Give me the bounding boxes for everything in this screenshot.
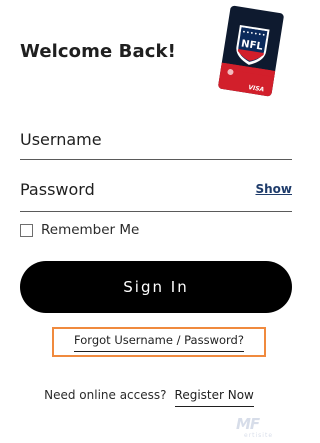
watermark-subtext: ertisite bbox=[244, 432, 274, 439]
remember-me-checkbox[interactable] bbox=[20, 223, 33, 237]
password-label: Password bbox=[20, 180, 95, 199]
show-password-link[interactable]: Show bbox=[255, 182, 292, 196]
forgot-credentials-link[interactable]: Forgot Username / Password? bbox=[74, 333, 244, 352]
nfl-credit-card-image: NFL VISA bbox=[218, 5, 284, 97]
page-title: Welcome Back! bbox=[20, 41, 176, 62]
username-label: Username bbox=[20, 130, 102, 149]
remember-me-label: Remember Me bbox=[41, 222, 140, 238]
sign-in-button[interactable]: Sign In bbox=[20, 261, 292, 313]
username-field[interactable]: Username bbox=[20, 128, 292, 160]
register-now-link[interactable]: Register Now bbox=[174, 388, 254, 407]
need-access-text: Need online access? bbox=[44, 388, 167, 402]
forgot-credentials-highlight: Forgot Username / Password? bbox=[52, 327, 266, 357]
watermark-logo: MF ertisite bbox=[236, 415, 296, 441]
remember-me-row[interactable]: Remember Me bbox=[20, 221, 139, 239]
watermark-letters: MF bbox=[236, 415, 260, 433]
register-row: Need online access? Register Now bbox=[0, 388, 298, 407]
password-field[interactable]: Password Show bbox=[20, 178, 292, 212]
